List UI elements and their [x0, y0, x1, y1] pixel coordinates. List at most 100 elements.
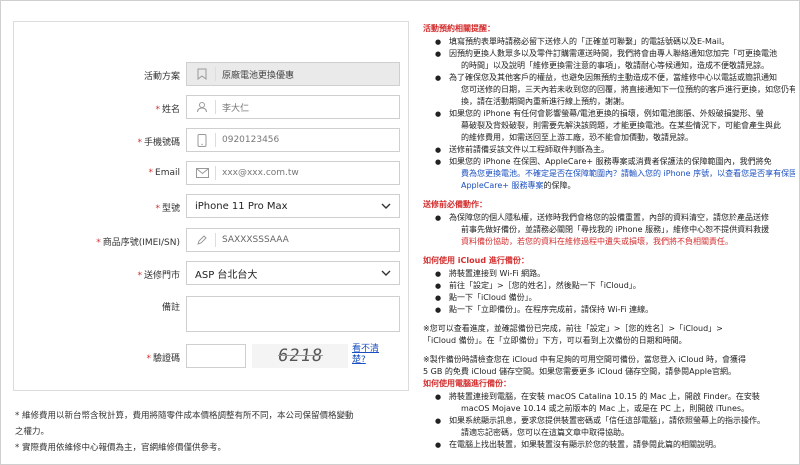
list-text: 為保障您的個人隱私權，送修時我們會格您的設備重置，內部的資料清空，請您於產品送修 [449, 213, 769, 222]
note-line-3: * 實際費用依維修中心報價為主，官網維修價僅供參考。 [15, 440, 411, 456]
list-item-cont: 您可送修的日期，三天內若未收到您的回覆，將直接通知下一位預約的客戶進行更換，如您… [461, 85, 795, 94]
warranty-check-link[interactable]: 費為您更換電池。不確定是否在保障範圍內？請輸入您的 iPhone 序號，以查看您… [435, 168, 795, 180]
name-label: * 姓名 [155, 102, 180, 115]
captcha-image: 6218 [252, 344, 348, 368]
name-label-text: 姓名 [161, 105, 180, 115]
list-text: 在電腦上找出裝置，如果裝置沒有顯示於您的裝置，請參閱此篇的相關說明。 [449, 440, 721, 449]
captcha-input[interactable] [186, 344, 246, 368]
bookmark-icon [195, 67, 209, 81]
phone-placeholder: 0920123456 [222, 135, 280, 145]
list-item: 將裝置連接到 Wi-Fi 網路。 [435, 268, 795, 280]
list-text: 填寫預約表單時請務必留下送修人的「正確並可聯繫」的電話號碼以及E-Mail。 [449, 37, 730, 46]
required-mark: * [146, 354, 151, 364]
store-select[interactable]: ASP 台北台大 [186, 261, 400, 285]
user-icon [195, 100, 209, 114]
required-mark: * [96, 238, 101, 248]
email-placeholder: xxx@xxx.com.tw [222, 168, 299, 178]
list-text: 為了確保您及其他客戶的權益，也避免因無預約主動造成不便，當維修中心以電話或簡訊通… [449, 73, 777, 82]
list-text: 如果您的 iPhone 在保固、AppleCare+ 服務專案或消費者保護法的保… [449, 157, 772, 166]
computer-steps-list: 將裝置連接到電腦，在安裝 macOS Catalina 10.15 的 Mac … [423, 391, 795, 451]
field-separator [215, 233, 216, 247]
required-mark: * [155, 105, 160, 115]
list-item: 因預約更換人數眾多以及零件訂購需運送時間，我們將會由專人聯絡通知您加完「可更換電… [435, 48, 795, 60]
list-item: 填寫預約表單時請務必留下送修人的「正確並可聯繫」的電話號碼以及E-Mail。 [435, 36, 795, 48]
phone-label-text: 手機號碼 [143, 138, 180, 148]
list-item: 點一下「iCloud 備份」。 [435, 292, 795, 304]
imei-value: SAXXXSSSAAA [222, 235, 289, 245]
field-separator [215, 133, 216, 147]
before-repair-list: 為保障您的個人隱私權，送修時我們會格您的設備重置，內部的資料清空，請您於產品送修… [423, 212, 795, 248]
booking-reminders-list: 填寫預約表單時請務必留下送修人的「正確並可聯繫」的電話號碼以及E-Mail。 因… [423, 36, 795, 192]
chevron-down-icon [381, 268, 391, 279]
storage-note: 5 GB 的免費 iCloud 儲存空間。如果您需要更多 iCloud 儲存空間… [423, 367, 736, 376]
note-line-2: 之權力。 [15, 424, 411, 440]
list-item: 為了確保您及其他客戶的權益，也避免因無預約主動造成不便，當維修中心以電話或簡訊通… [435, 72, 795, 84]
section-title-booking: 活動預約相關提醒： [423, 24, 495, 33]
required-mark: * [137, 138, 142, 148]
field-separator [215, 67, 216, 81]
list-text: 如果您的 iPhone 有任何會影響螢幕/電池更換的損壞，例如電池膨脹、外殼破損… [449, 109, 764, 118]
list-item: 如果您的 iPhone 在保固、AppleCare+ 服務專案或消費者保護法的保… [435, 156, 795, 168]
list-item: 送修前請備妥該文件以工程師取件判斷為主。 [435, 144, 795, 156]
list-item-cont: 資料備份協助，若您的資料在維修過程中遺失或損壞，我們將不負相關責任。 [461, 237, 733, 246]
icloud-steps-list: 將裝置連接到 Wi-Fi 網路。 前往「設定」>［您的姓名］，然後點一下「iCl… [423, 268, 795, 316]
list-item-cont: AppleCare+ 服務專案的保障。 [435, 180, 795, 192]
imei-label-text: 商品序號(IMEI/SN) [102, 238, 180, 248]
phone-icon [195, 133, 209, 147]
list-text: 點一下「立即備份」。在程序完成前，請保持 Wi-Fi 連線。 [449, 305, 654, 314]
email-label: * Email [149, 168, 180, 178]
list-item-cont: 換，請在活動期間內重新進行線上預約，謝謝。 [461, 97, 629, 106]
phone-label: * 手機號碼 [137, 135, 180, 148]
list-text: 前往「設定」>［您的姓名］，然後點一下「iCloud」。 [449, 281, 641, 290]
applecare-link[interactable]: AppleCare+ 服務專案 [461, 181, 544, 190]
progress-note: ※您可以查看進度，並確認備份已完成，前往「設定」>［您的姓名］>「iCloud」… [423, 324, 723, 333]
remark-label: 備註 [161, 303, 180, 313]
name-input[interactable]: 李大仁 [186, 95, 400, 119]
list-item: 在電腦上找出裝置，如果裝置沒有顯示於您的裝置，請參閱此篇的相關說明。 [435, 439, 795, 451]
list-item: 將裝置連接到電腦，在安裝 macOS Catalina 10.15 的 Mac … [435, 391, 795, 403]
list-item-cont: 的維修費用，如需送回至上游工廠，恐不能會加價動，敬請見諒。 [461, 133, 693, 142]
envelope-icon [195, 166, 209, 180]
progress-note: 「iCloud 備份」。在「立即備份」下方，可以看到上次備份的日期和時間。 [423, 336, 687, 345]
list-text: 如果系統顯示訊息，要求您提供裝置密碼或「信任這部電腦」，請依照螢幕上的指示操作。 [449, 416, 765, 425]
section-title-before-repair: 送修前必備動作： [423, 200, 487, 209]
imei-input[interactable]: SAXXXSSSAAA [186, 228, 400, 252]
list-item-cont: 幕破裂及背殼破裂，則需要先解決該問題，才能更換電池。在某些情況下，可能會產生與此 [461, 121, 781, 130]
required-mark: * [155, 204, 160, 214]
note-text: * 實際費用依維修中心報價為主，官網維修價僅供參考。 [15, 443, 226, 453]
phone-input[interactable]: 0920123456 [186, 128, 400, 152]
list-item-cont: macOS Mojave 10.14 或之前版本的 Mac 上，或是在 PC 上… [461, 404, 750, 413]
list-item-cont: 請適忘記密碼，您可以在這篇文章中取得協助。 [461, 428, 629, 437]
captcha-label: * 驗證碼 [146, 351, 180, 364]
booking-form: 活動方案 原廠電池更換優惠 * 姓名 李大仁 * 手機號碼 0920123456… [13, 21, 409, 391]
chevron-down-icon [381, 201, 391, 212]
model-select[interactable]: iPhone 11 Pro Max [186, 194, 400, 218]
imei-label: * 商品序號(IMEI/SN) [96, 235, 180, 248]
remark-textarea[interactable] [186, 296, 400, 332]
storage-note: ※製作備份時請檢查您在 iCloud 中有足夠的可用空間可備份，當您登入 iCl… [423, 355, 747, 364]
list-text: 送修前請備妥該文件以工程師取件判斷為主。 [449, 145, 609, 154]
field-separator [215, 166, 216, 180]
model-label-text: 型號 [161, 204, 180, 214]
list-item-cont: 的時間」以及說明「維修更換需注意的事項」，敬請耐心等候通知，造成不便敬請見諒。 [461, 61, 769, 70]
email-input[interactable]: xxx@xxx.com.tw [186, 161, 400, 185]
fee-notes: * 維修費用以新台幣含稅計算，費用將隨零件成本價格調整有所不同，本公司保留價格變… [15, 408, 411, 456]
list-text: 將裝置連接到電腦，在安裝 macOS Catalina 10.15 的 Mac … [449, 392, 760, 401]
list-item-cont: 前事先做好備份，並請務必關閉「尋找我的 iPhone 服務」，維修中心恕不提供資… [435, 224, 795, 236]
section-title-computer: 如何使用電腦進行備份： [423, 379, 511, 388]
field-separator [215, 100, 216, 114]
list-item: 如果您的 iPhone 有任何會影響螢幕/電池更換的損壞，例如電池膨脹、外殼破損… [435, 108, 795, 120]
list-text: 前事先做好備份，並請務必關閉「尋找我的 iPhone 服務」，維修中心恕不提供資… [461, 225, 770, 234]
plan-field: 原廠電池更換優惠 [186, 62, 400, 86]
store-label: * 送修門市 [137, 268, 180, 281]
captcha-refresh-link[interactable]: 看不清楚? [352, 344, 382, 366]
info-panel: 活動預約相關提醒： 填寫預約表單時請務必留下送修人的「正確並可聯繫」的電話號碼以… [423, 23, 795, 463]
model-label: * 型號 [155, 201, 180, 214]
required-mark: * [148, 168, 154, 178]
plan-value: 原廠電池更換優惠 [222, 70, 295, 81]
section-title-icloud: 如何使用 iCloud 進行備份： [423, 256, 529, 265]
